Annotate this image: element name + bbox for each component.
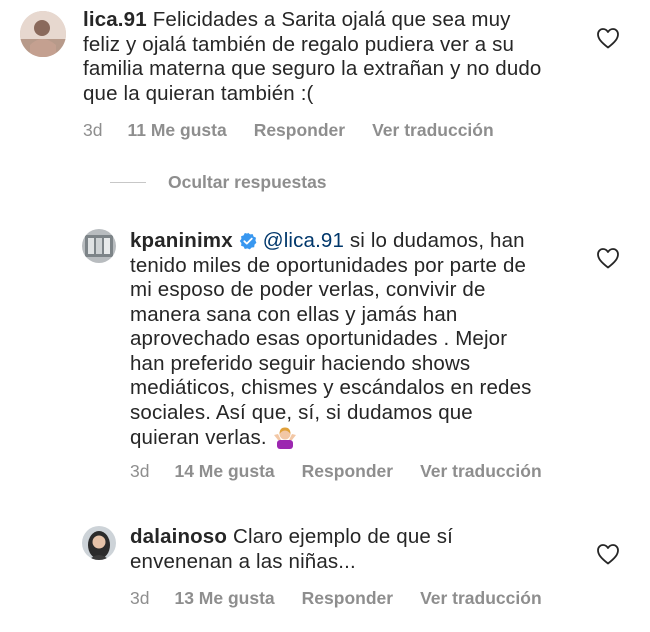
comment-line: feliz y ojalá también de regalo pudiera … [83, 32, 515, 56]
comment-line: sociales. Así que, sí, si dudamos que [130, 400, 473, 424]
timestamp[interactable]: 3d [130, 461, 149, 482]
reply-button[interactable]: Responder [302, 588, 393, 609]
woman-shrugging-emoji [273, 427, 296, 449]
timestamp[interactable]: 3d [83, 120, 102, 141]
reply-button[interactable]: Responder [302, 461, 393, 482]
comment-line: envenenan a las niñas... [130, 549, 356, 573]
comment-text: kpaninimx @lica.91 si lo dudamos, han te… [130, 229, 590, 451]
heart-outline-icon[interactable] [596, 27, 620, 49]
avatar-image [82, 229, 116, 263]
comment-line: familia materna que seguro la extrañan y… [83, 57, 542, 80]
comment-line: tenido miles de oportunidades por parte … [130, 253, 527, 277]
comment-line: si lo dudamos, han [349, 229, 525, 252]
comment-line: han preferido seguir haciendo shows [130, 351, 471, 375]
comment-text: dalainoso Claro ejemplo de que sí envenen… [130, 525, 590, 574]
avatar-image [20, 11, 66, 57]
comment-line: manera sana con ellas y jamás han [130, 302, 458, 326]
comment-meta: 3d 13 Me gusta Responder Ver traducción [130, 588, 542, 609]
likes-count[interactable]: 13 Me gusta [174, 588, 274, 609]
heart-outline-icon[interactable] [596, 247, 620, 269]
reply-button[interactable]: Responder [254, 120, 345, 141]
avatar[interactable] [82, 526, 116, 560]
comment-line: mediáticos, chismes y escándalos en rede… [130, 376, 532, 399]
verified-badge-icon [239, 232, 257, 250]
likes-count[interactable]: 11 Me gusta [127, 120, 226, 141]
hide-replies-button[interactable]: Ocultar respuestas [110, 172, 327, 193]
comment-line: Claro ejemplo de que sí [233, 525, 454, 548]
comment-text: lica.91 Felicidades a Sarita ojalá que se… [83, 8, 583, 106]
avatar[interactable] [20, 11, 66, 57]
comment-line: que la quieran también :( [83, 81, 314, 105]
hide-replies-label: Ocultar respuestas [168, 172, 327, 192]
comment-meta: 3d 14 Me gusta Responder Ver traducción [130, 461, 542, 482]
username[interactable]: kpaninimx [130, 229, 233, 252]
comment-line: Felicidades a Sarita ojalá que sea muy [152, 8, 511, 31]
avatar-image [82, 526, 116, 560]
username[interactable]: dalainoso [130, 525, 227, 548]
avatar[interactable] [82, 229, 116, 263]
comment-line: aprovechado esas oportunidades . Mejor [130, 327, 508, 350]
translate-button[interactable]: Ver traducción [420, 461, 542, 482]
likes-count[interactable]: 14 Me gusta [174, 461, 274, 482]
username[interactable]: lica.91 [83, 8, 147, 31]
mention-link[interactable]: @lica.91 [263, 229, 344, 252]
comment-meta: 3d 11 Me gusta Responder Ver traducción [83, 120, 494, 141]
translate-button[interactable]: Ver traducción [420, 588, 542, 609]
comment-line: mi esposo de poder verlas, convivir de [130, 278, 486, 301]
timestamp[interactable]: 3d [130, 588, 149, 609]
translate-button[interactable]: Ver traducción [372, 120, 494, 141]
heart-outline-icon[interactable] [596, 543, 620, 565]
comment-line: quieran verlas. [130, 426, 267, 449]
divider-line [110, 182, 146, 183]
